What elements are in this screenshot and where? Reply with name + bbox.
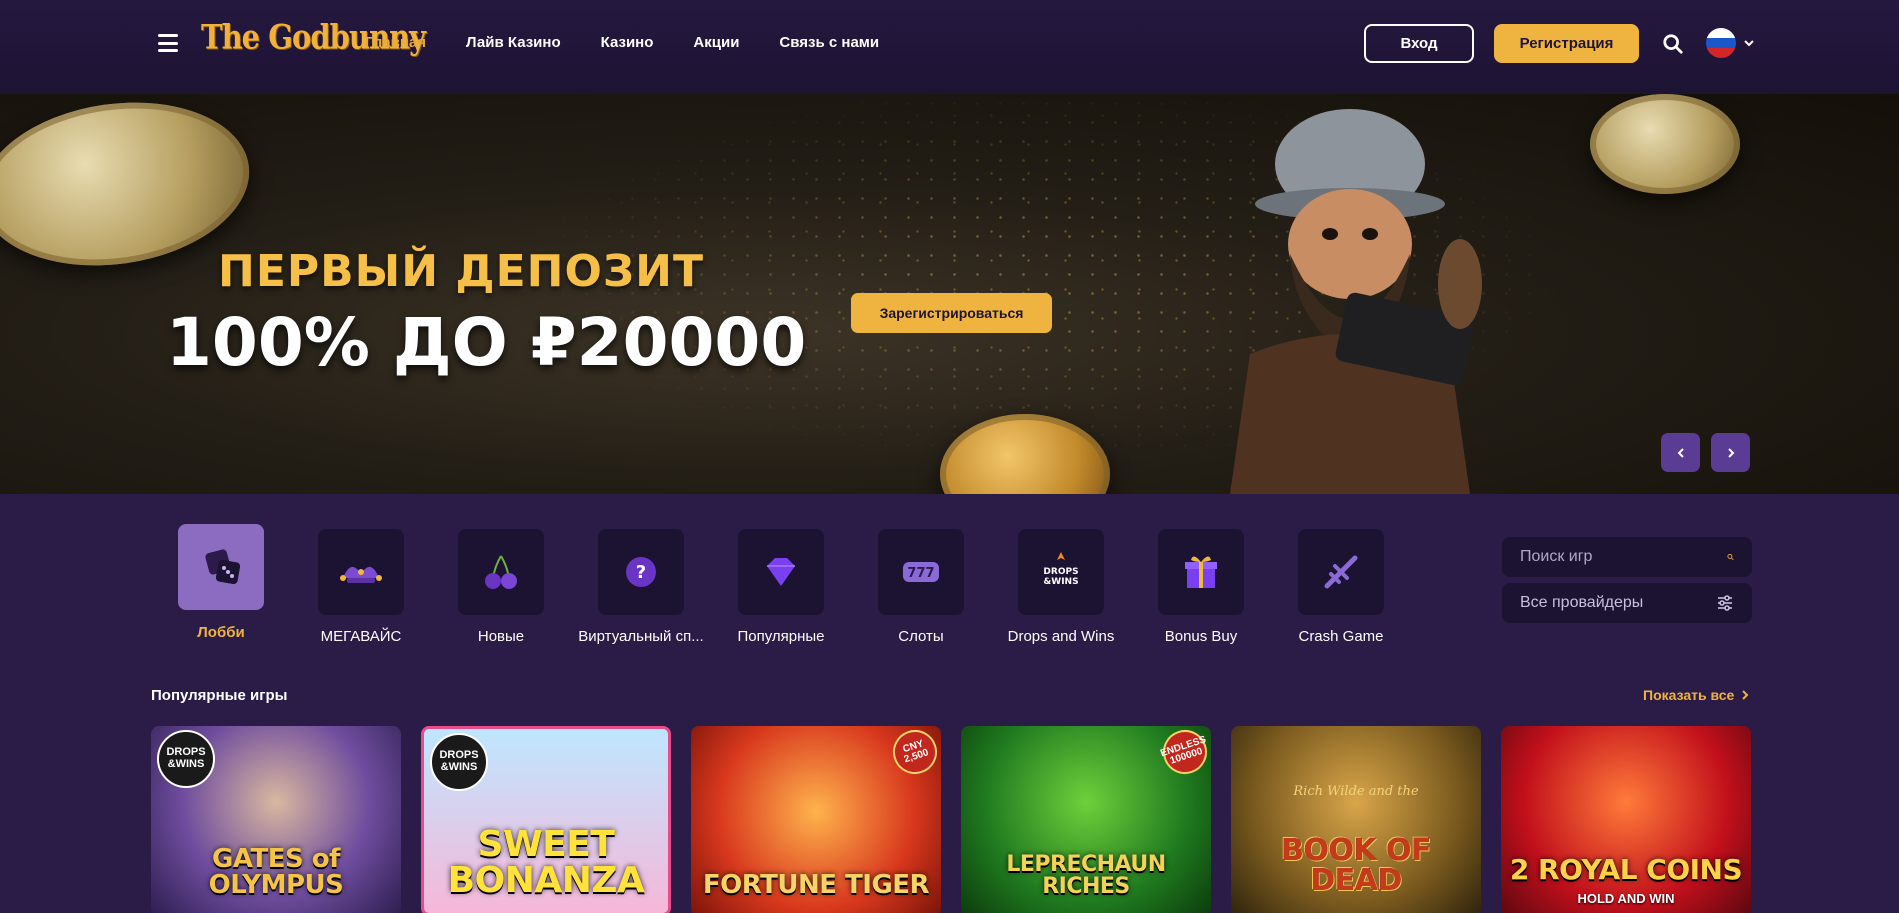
category-bar: Лобби МЕГАВАЙС Новые ? Виртуальный сп...…	[151, 524, 1411, 645]
svg-text:&WINS: &WINS	[1043, 577, 1078, 587]
game-card[interactable]: DROPS &WINS SWEET BONANZA	[421, 726, 671, 913]
game-card[interactable]: Rich Wilde and the BOOK OF DEAD	[1231, 726, 1481, 913]
game-title: SWEET BONANZA	[447, 824, 645, 901]
game-title: LEPRECHAUN RICHES	[1006, 852, 1166, 899]
category-popular[interactable]: Популярные	[711, 524, 851, 645]
category-virtual-sports[interactable]: ? Виртуальный сп...	[571, 524, 711, 645]
russia-flag-icon	[1706, 28, 1736, 58]
category-label: МЕГАВАЙС	[320, 628, 402, 645]
top-header: The Godbunny Главная Лайв Казино Казино …	[0, 0, 1899, 94]
popular-games-title: Популярные игры	[151, 687, 288, 704]
drops-wins-badge: DROPS &WINS	[157, 730, 215, 788]
category-label: Лобби	[197, 624, 245, 641]
cherries-icon	[458, 529, 544, 615]
game-card[interactable]: 2 ROYAL COINS HOLD AND WIN	[1501, 726, 1751, 913]
providers-dropdown[interactable]: Все провайдеры	[1502, 583, 1752, 623]
category-label: Crash Game	[1298, 628, 1384, 645]
search-icon[interactable]	[1662, 33, 1684, 55]
show-all-label: Показать все	[1643, 687, 1735, 703]
category-label: Слоты	[898, 628, 944, 645]
register-button[interactable]: Регистрация	[1494, 24, 1639, 63]
gift-icon	[1158, 529, 1244, 615]
language-selector[interactable]	[1706, 28, 1756, 58]
category-lobby[interactable]: Лобби	[151, 524, 291, 645]
main-nav: Главная Лайв Казино Казино Акции Связь с…	[365, 34, 879, 51]
game-title: 2 ROYAL COINS	[1509, 853, 1743, 886]
slot-777-icon: 777	[878, 529, 964, 615]
gonzo-character-image	[1230, 109, 1482, 494]
game-card[interactable]: DROPS &WINS GATES of OLYMPUS	[151, 726, 401, 913]
game-title: BOOK OF DEAD	[1280, 833, 1432, 898]
chevron-right-icon	[1742, 690, 1749, 700]
jester-hat-icon	[318, 529, 404, 615]
popular-games-row: DROPS &WINS GATES of OLYMPUS DROPS &WINS…	[151, 726, 1751, 913]
nav-contact[interactable]: Связь с нами	[779, 34, 879, 51]
category-slots[interactable]: 777 Слоты	[851, 524, 991, 645]
drops-wins-badge: DROPS &WINS	[430, 733, 488, 791]
category-bonus-buy[interactable]: Bonus Buy	[1131, 524, 1271, 645]
nav-promotions[interactable]: Акции	[693, 34, 739, 51]
promo-offer: 100% ДО ₽20000	[166, 304, 807, 381]
dice-icon	[178, 524, 264, 610]
drops-wins-icon: DROPS &WINS	[1018, 529, 1104, 615]
category-label: Виртуальный сп...	[578, 628, 704, 645]
promo-headline: ПЕРВЫЙ ДЕПОЗИТ	[218, 246, 704, 297]
category-new[interactable]: Новые	[431, 524, 571, 645]
category-crash-game[interactable]: Crash Game	[1271, 524, 1411, 645]
virtual-sport-ball-icon: ?	[598, 529, 684, 615]
chevron-right-icon	[1727, 447, 1734, 458]
diamond-icon	[738, 529, 824, 615]
chevron-down-icon	[1744, 40, 1754, 47]
game-subtitle: HOLD AND WIN	[1577, 891, 1675, 906]
search-icon[interactable]	[1727, 548, 1734, 566]
slider-next-button[interactable]	[1711, 433, 1750, 472]
slider-prev-button[interactable]	[1661, 433, 1700, 472]
game-search-box[interactable]	[1502, 537, 1752, 577]
coin-decoration	[1590, 94, 1740, 194]
category-label: Drops and Wins	[1007, 628, 1115, 645]
login-button[interactable]: Вход	[1364, 24, 1474, 63]
category-label: Новые	[477, 628, 525, 645]
game-card[interactable]: ENDLESS 100000 LEPRECHAUN RICHES	[961, 726, 1211, 913]
game-title: GATES of OLYMPUS	[208, 844, 344, 900]
category-drops-wins[interactable]: DROPS &WINS Drops and Wins	[991, 524, 1131, 645]
filter-sliders-icon	[1718, 595, 1732, 611]
menu-icon[interactable]	[158, 34, 178, 52]
promo-banner: ПЕРВЫЙ ДЕПОЗИТ 100% ДО ₽20000 Зарегистри…	[0, 94, 1899, 494]
category-megaways[interactable]: МЕГАВАЙС	[291, 524, 431, 645]
signup-cta-button[interactable]: Зарегистрироваться	[851, 293, 1052, 333]
svg-text:777: 777	[907, 566, 934, 581]
jackpot-badge: CNY 2,500	[887, 726, 941, 780]
plane-icon	[1298, 529, 1384, 615]
category-label: Bonus Buy	[1164, 628, 1238, 645]
nav-live-casino[interactable]: Лайв Казино	[466, 34, 561, 51]
game-subtitle: Rich Wilde and the	[1293, 784, 1419, 799]
providers-label: Все провайдеры	[1520, 594, 1644, 611]
chevron-left-icon	[1677, 447, 1684, 458]
svg-text:?: ?	[636, 562, 646, 583]
game-search-input[interactable]	[1520, 548, 1727, 566]
nav-home[interactable]: Главная	[365, 34, 426, 51]
game-title: FORTUNE TIGER	[702, 870, 930, 900]
game-card[interactable]: CNY 2,500 FORTUNE TIGER	[691, 726, 941, 913]
show-all-link[interactable]: Показать все	[1643, 687, 1750, 703]
svg-text:DROPS: DROPS	[1043, 567, 1078, 577]
jackpot-badge: ENDLESS 100000	[1157, 726, 1211, 780]
category-label: Популярные	[737, 628, 825, 645]
nav-casino[interactable]: Казино	[601, 34, 654, 51]
